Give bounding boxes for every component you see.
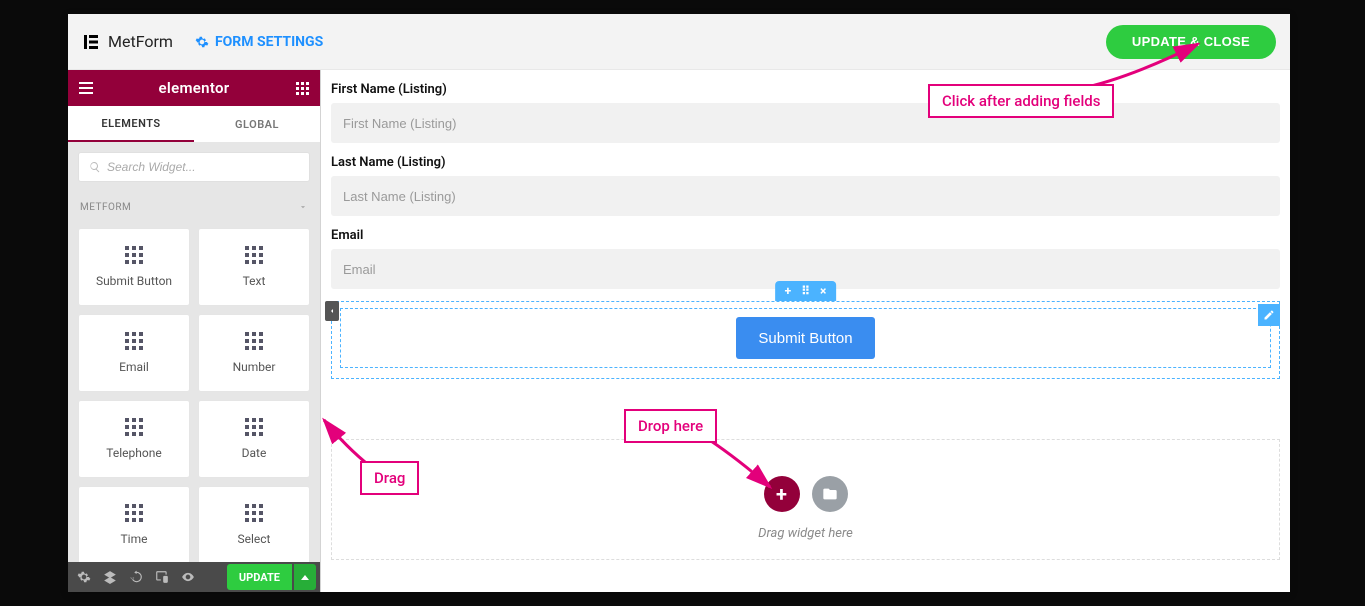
widget-date[interactable]: Date <box>198 400 310 478</box>
widget-text[interactable]: Text <box>198 228 310 306</box>
widget-time[interactable]: Time <box>78 486 190 562</box>
new-section-dropzone[interactable]: + Drag widget here <box>331 439 1280 560</box>
chevron-down-icon <box>298 202 308 212</box>
sidebar-header: elementor <box>68 70 320 106</box>
plus-icon: + <box>776 482 787 506</box>
first-name-input[interactable] <box>331 103 1280 143</box>
form-settings-button[interactable]: FORM SETTINGS <box>195 34 323 50</box>
section-edit-button[interactable] <box>1258 304 1280 326</box>
pencil-icon <box>1263 309 1275 321</box>
widget-email[interactable]: Email <box>78 314 190 392</box>
footer-update-caret[interactable] <box>294 564 316 590</box>
brand-label: MetForm <box>108 32 173 51</box>
field-first-name: First Name (Listing) <box>331 78 1280 151</box>
update-close-button[interactable]: UPDATE & CLOSE <box>1106 25 1276 59</box>
caret-up-icon <box>301 575 309 580</box>
field-label: Email <box>331 228 1280 243</box>
footer-history-button[interactable] <box>124 565 148 589</box>
selected-column[interactable]: Submit Button <box>340 308 1271 368</box>
footer-settings-button[interactable] <box>72 565 96 589</box>
field-last-name: Last Name (Listing) <box>331 151 1280 224</box>
folder-icon <box>822 486 838 502</box>
search-icon <box>89 161 101 173</box>
section-delete-button[interactable]: × <box>820 285 826 297</box>
eye-icon <box>181 570 195 584</box>
chevron-left-icon <box>328 307 336 315</box>
search-widget <box>78 152 310 182</box>
annotation-drag: Drag <box>360 461 419 495</box>
canvas: First Name (Listing) Last Name (Listing)… <box>321 70 1290 592</box>
add-template-button[interactable] <box>812 476 848 512</box>
search-input[interactable] <box>107 160 299 174</box>
widgets-category-metform[interactable]: METFORM <box>68 192 320 222</box>
dropzone-hint: Drag widget here <box>758 526 853 541</box>
footer-responsive-button[interactable] <box>150 565 174 589</box>
add-section-button[interactable]: + <box>764 476 800 512</box>
history-icon <box>129 570 143 584</box>
widget-number[interactable]: Number <box>198 314 310 392</box>
widget-select[interactable]: Select <box>198 486 310 562</box>
widget-telephone[interactable]: Telephone <box>78 400 190 478</box>
widget-submit-button[interactable]: Submit Button <box>78 228 190 306</box>
section-move-button[interactable]: ⠿ <box>801 285 810 297</box>
sidebar-menu-button[interactable] <box>68 70 104 106</box>
gear-icon <box>77 570 91 584</box>
sidebar-apps-button[interactable] <box>284 70 320 106</box>
footer-preview-button[interactable] <box>176 565 200 589</box>
field-label: Last Name (Listing) <box>331 155 1280 170</box>
field-label: First Name (Listing) <box>331 82 1280 97</box>
devices-icon <box>155 570 169 584</box>
annotation-drop: Drop here <box>624 409 717 443</box>
sidebar-footer: UPDATE <box>68 562 320 592</box>
gear-icon <box>195 35 209 49</box>
topbar: MetForm FORM SETTINGS UPDATE & CLOSE <box>68 14 1290 70</box>
metform-editor-modal: MetForm FORM SETTINGS UPDATE & CLOSE ele… <box>68 14 1290 592</box>
sidebar: elementor ELEMENTS GLOBAL METFORM <box>68 70 321 592</box>
footer-update-button[interactable]: UPDATE <box>227 564 292 590</box>
annotation-click-after: Click after adding fields <box>928 84 1114 118</box>
canvas-scroll[interactable]: First Name (Listing) Last Name (Listing)… <box>321 70 1290 592</box>
widgets-grid: Submit Button Text Email Number Telephon… <box>68 222 320 562</box>
elementor-e-icon <box>82 33 100 51</box>
section-drag-handle[interactable] <box>325 301 339 321</box>
submit-button-widget[interactable]: Submit Button <box>736 317 874 359</box>
sidebar-title: elementor <box>104 79 284 97</box>
layers-icon <box>103 570 117 584</box>
selected-section[interactable]: + ⠿ × Submit Button <box>331 301 1280 379</box>
tab-elements[interactable]: ELEMENTS <box>68 106 194 142</box>
section-add-button[interactable]: + <box>785 285 792 297</box>
tab-global[interactable]: GLOBAL <box>194 106 320 142</box>
last-name-input[interactable] <box>331 176 1280 216</box>
brand: MetForm <box>82 32 173 51</box>
section-toolbar: + ⠿ × <box>775 281 837 301</box>
widgets-category-label: METFORM <box>80 202 131 213</box>
form-settings-label: FORM SETTINGS <box>215 34 323 50</box>
sidebar-tabs: ELEMENTS GLOBAL <box>68 106 320 142</box>
footer-navigator-button[interactable] <box>98 565 122 589</box>
